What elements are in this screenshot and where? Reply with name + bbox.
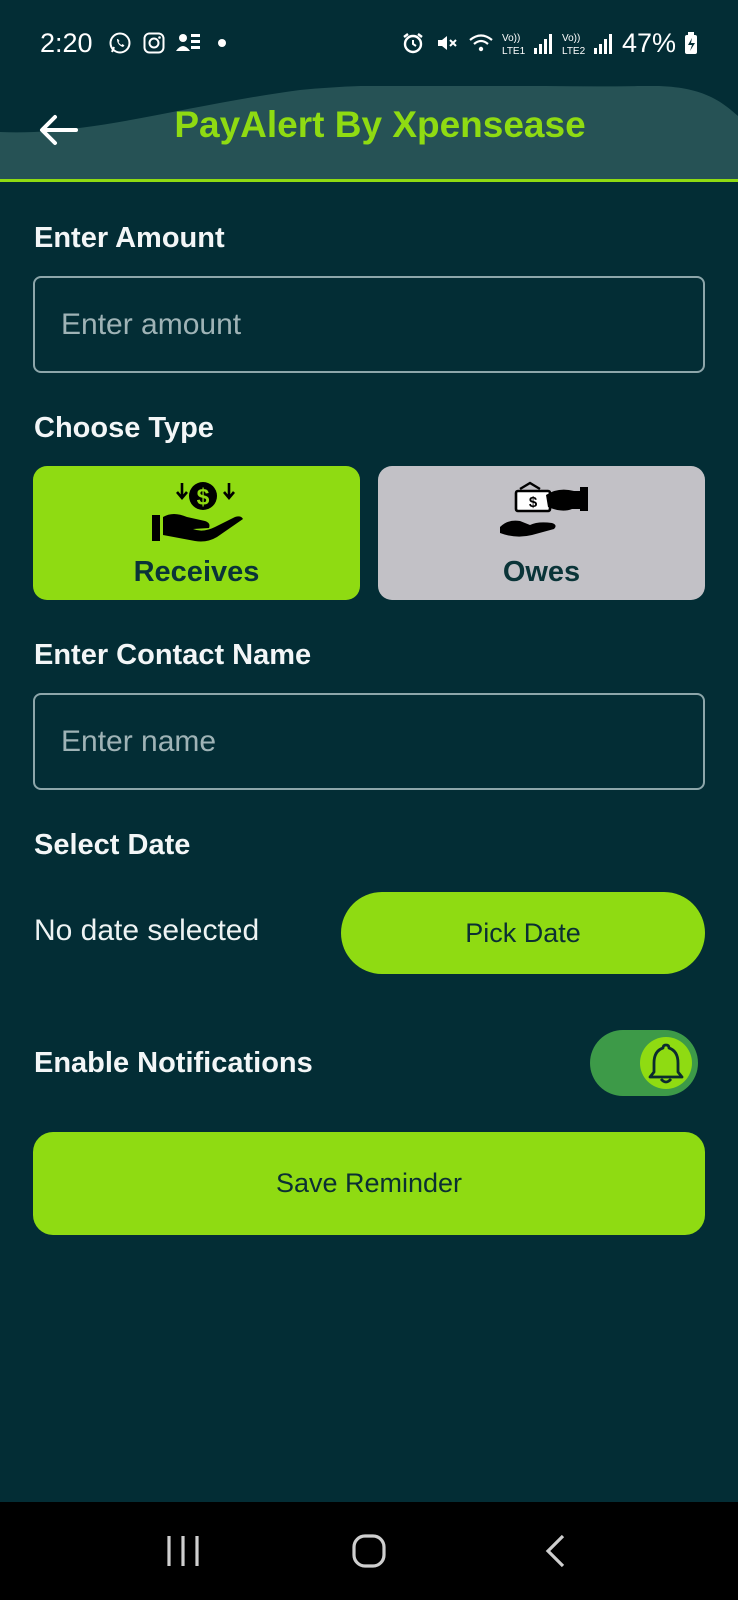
hand-give-money-icon: $ <box>494 476 590 548</box>
instagram-icon <box>141 30 167 56</box>
whatsapp-icon <box>107 30 133 56</box>
recents-button[interactable] <box>153 1521 213 1581</box>
contact-label: Enter Contact Name <box>34 639 312 671</box>
status-bar: 2:20 Vo)) LTE1 Vo)) LTE2 47% <box>0 0 738 86</box>
type-option-owes[interactable]: $ Owes <box>378 466 705 600</box>
status-time: 2:20 <box>40 27 93 58</box>
date-label: Select Date <box>34 829 191 861</box>
signal-lte2-icon: Vo)) LTE2 <box>562 30 614 56</box>
toggle-knob <box>640 1037 692 1089</box>
type-label-owes: Owes <box>502 556 581 588</box>
recents-icon <box>167 1536 199 1566</box>
amount-input[interactable] <box>33 276 705 373</box>
notifications-toggle[interactable] <box>590 1030 698 1096</box>
system-nav-bar <box>0 1502 738 1600</box>
selected-date-text: No date selected <box>34 914 260 947</box>
type-label-receives: Receives <box>133 556 260 588</box>
svg-text:Vo)): Vo)) <box>502 33 520 44</box>
bell-icon <box>648 1043 684 1084</box>
home-icon <box>352 1534 386 1568</box>
wifi-icon <box>468 30 494 56</box>
system-back-button[interactable] <box>525 1521 585 1581</box>
svg-text:$: $ <box>528 494 537 511</box>
back-icon <box>545 1534 565 1568</box>
type-label: Choose Type <box>34 412 214 444</box>
mute-icon <box>434 30 460 56</box>
signal-lte1-icon: Vo)) LTE1 <box>502 30 554 56</box>
status-left: 2:20 <box>40 28 235 59</box>
battery-icon <box>684 30 698 56</box>
status-right: Vo)) LTE1 Vo)) LTE2 47% <box>400 28 698 59</box>
save-reminder-button[interactable]: Save Reminder <box>33 1132 705 1235</box>
type-option-receives[interactable]: $ Receives <box>33 466 360 600</box>
svg-text:$: $ <box>196 484 209 510</box>
svg-text:Vo)): Vo)) <box>562 33 580 44</box>
page-title: PayAlert By Xpensease <box>174 104 586 145</box>
battery-percent: 47% <box>621 27 676 58</box>
app-bar: PayAlert By Xpensease <box>0 86 738 182</box>
svg-text:LTE2: LTE2 <box>562 46 586 56</box>
home-button[interactable] <box>339 1521 399 1581</box>
hand-receive-money-icon: $ <box>149 476 245 548</box>
contact-name-input[interactable] <box>33 693 705 790</box>
amount-label: Enter Amount <box>34 222 225 254</box>
alarm-icon <box>400 30 426 56</box>
svg-text:LTE1: LTE1 <box>502 46 526 56</box>
contacts-icon <box>175 30 201 56</box>
dot-icon <box>209 30 235 56</box>
pick-date-button[interactable]: Pick Date <box>341 892 705 974</box>
notifications-label: Enable Notifications <box>34 1047 313 1079</box>
